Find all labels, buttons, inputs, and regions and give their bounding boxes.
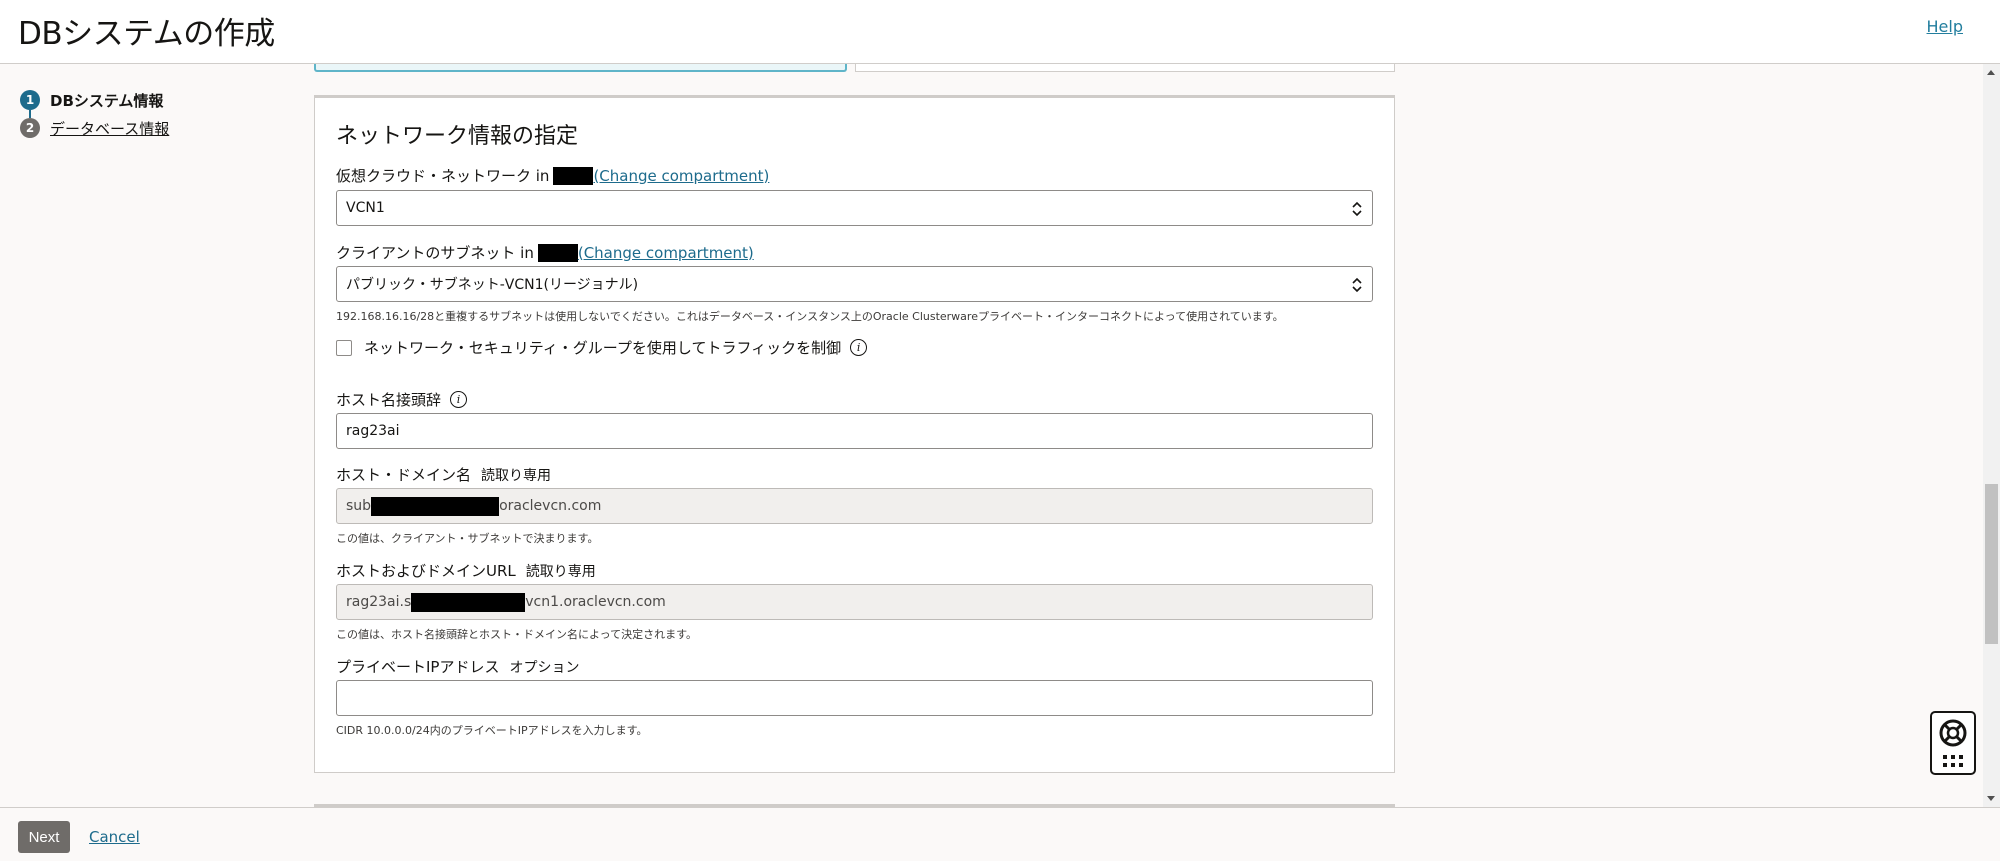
private-ip-input[interactable] xyxy=(336,680,1373,716)
step-label[interactable]: データベース情報 xyxy=(50,118,169,139)
subnet-select-value: パブリック・サブネット-VCN1(リージョナル) xyxy=(346,277,639,293)
section-title: ネットワーク情報の指定 xyxy=(336,124,579,149)
vcn-label-row: 仮想クラウド・ネットワーク in (Change compartment) xyxy=(336,165,769,186)
hostname-prefix-input[interactable]: rag23ai xyxy=(336,413,1373,449)
page-title: DBシステムの作成 xyxy=(18,16,275,52)
subnet-hint: 192.168.16.16/28と重複するサブネットは使用しないでください。これ… xyxy=(336,310,1284,323)
subnet-select[interactable]: パブリック・サブネット-VCN1(リージョナル) xyxy=(336,266,1373,302)
step-number: 1 xyxy=(20,90,40,110)
hostname-prefix-value: rag23ai xyxy=(346,423,400,439)
host-domain-value-prefix: sub xyxy=(346,498,372,514)
host-domain-url-label-row: ホストおよびドメインURL 読取り専用 xyxy=(336,560,596,581)
host-domain-url-field: rag23ai.s vcn1.oraclevcn.com xyxy=(336,584,1373,620)
content-scroll-area: 1 DBシステム情報 2 データベース情報 ネットワーク情報の指定 仮想クラウド… xyxy=(0,64,2000,807)
private-ip-label-row: プライベートIPアドレス オプション xyxy=(336,656,579,677)
subnet-change-compartment-link[interactable]: (Change compartment) xyxy=(578,244,754,262)
redacted-compartment xyxy=(537,243,578,262)
scroll-down-arrow-icon[interactable] xyxy=(1987,796,1995,801)
nsg-checkbox-row: ネットワーク・セキュリティ・グループを使用してトラフィックを制御 i xyxy=(336,337,868,358)
step-db-system-info: 1 DBシステム情報 xyxy=(20,86,280,114)
optional-tag: オプション xyxy=(509,659,580,676)
redacted-value xyxy=(371,496,500,516)
selected-card-cutoff xyxy=(314,64,847,72)
hostname-prefix-label-row: ホスト名接頭辞 i xyxy=(336,389,468,410)
next-button[interactable]: Next xyxy=(18,821,70,853)
network-section-panel: ネットワーク情報の指定 仮想クラウド・ネットワーク in (Change com… xyxy=(314,95,1395,773)
hostname-prefix-label: ホスト名接頭辞 xyxy=(336,391,442,409)
host-domain-label: ホスト・ドメイン名 xyxy=(336,466,472,484)
readonly-tag: 読取り専用 xyxy=(525,563,596,580)
host-domain-url-label: ホストおよびドメインURL xyxy=(336,562,516,580)
scrollbar-thumb[interactable] xyxy=(1985,484,1998,644)
step-label: DBシステム情報 xyxy=(50,91,164,110)
lifebuoy-icon xyxy=(1939,719,1967,767)
subnet-label-row: クライアントのサブネット in (Change compartment) xyxy=(336,242,754,263)
wizard-steps: 1 DBシステム情報 2 データベース情報 xyxy=(20,86,280,142)
private-ip-label: プライベートIPアドレス xyxy=(336,658,500,676)
step-number: 2 xyxy=(20,118,40,138)
vcn-select[interactable]: VCN1 xyxy=(336,190,1373,226)
host-domain-field: sub oraclevcn.com xyxy=(336,488,1373,524)
scroll-up-arrow-icon[interactable] xyxy=(1987,70,1995,75)
host-domain-url-value-suffix: vcn1.oraclevcn.com xyxy=(525,594,666,610)
host-domain-url-value-prefix: rag23ai.s xyxy=(346,594,412,610)
vcn-label: 仮想クラウド・ネットワーク in xyxy=(336,167,550,185)
select-chevron-icon xyxy=(1352,201,1362,217)
help-support-widget[interactable] xyxy=(1930,711,1976,775)
wizard-footer: Next Cancel xyxy=(0,807,2000,861)
info-icon[interactable]: i xyxy=(850,339,868,356)
host-domain-hint: この値は、クライアント・サブネットで決まります。 xyxy=(336,532,599,545)
cancel-link[interactable]: Cancel xyxy=(89,828,140,846)
redacted-compartment xyxy=(553,166,594,185)
subnet-label: クライアントのサブネット in xyxy=(336,244,534,262)
step-database-info[interactable]: 2 データベース情報 xyxy=(20,114,280,142)
vertical-scrollbar[interactable] xyxy=(1983,64,2000,807)
nsg-checkbox-label: ネットワーク・セキュリティ・グループを使用してトラフィックを制御 xyxy=(364,339,842,357)
private-ip-hint: CIDR 10.0.0.0/24内のプライベートIPアドレスを入力します。 xyxy=(336,724,648,737)
help-link[interactable]: Help xyxy=(1927,17,1963,36)
nsg-checkbox[interactable] xyxy=(336,339,352,356)
select-chevron-icon xyxy=(1352,277,1362,293)
host-domain-value-suffix: oraclevcn.com xyxy=(499,498,602,514)
host-domain-label-row: ホスト・ドメイン名 読取り専用 xyxy=(336,464,551,485)
redacted-value xyxy=(411,592,526,612)
vcn-select-value: VCN1 xyxy=(346,200,385,216)
card-cutoff xyxy=(855,64,1395,72)
readonly-tag: 読取り専用 xyxy=(481,467,552,484)
host-domain-url-hint: この値は、ホスト名接頭辞とホスト・ドメイン名によって決定されます。 xyxy=(336,628,698,641)
info-icon[interactable]: i xyxy=(450,391,468,408)
page-header: DBシステムの作成 Help xyxy=(0,0,2000,64)
vcn-change-compartment-link[interactable]: (Change compartment) xyxy=(593,167,769,185)
